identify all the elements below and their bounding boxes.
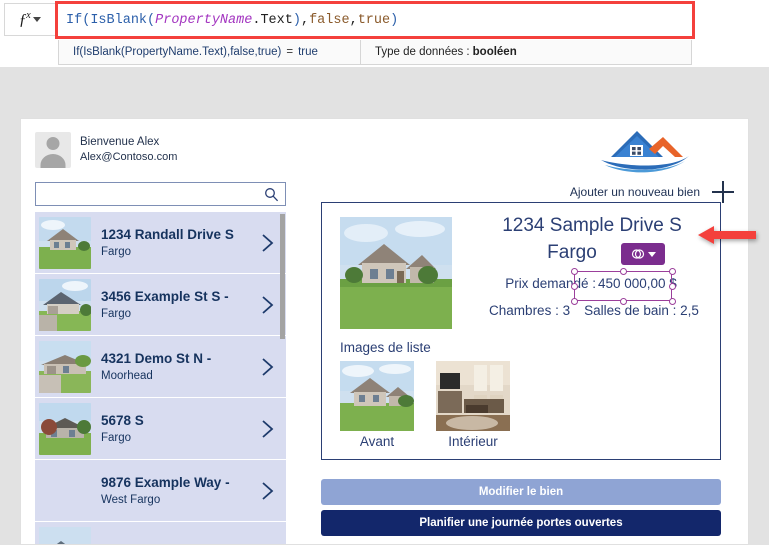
chevron-right-icon[interactable] [257, 357, 277, 377]
gallery-list-item[interactable]: 5678 S Fargo [35, 398, 286, 460]
detail-price-label: Prix demandé : [505, 276, 596, 291]
listing-image-item[interactable]: Avant [340, 361, 414, 452]
gallery-item-title: 1234 Randall Drive S [101, 226, 234, 242]
formula-token: , [349, 12, 358, 28]
add-property-label: Ajouter un nouveau bien [569, 185, 700, 199]
formula-text: If(IsBlank(PropertyName.Text),false,true… [66, 13, 398, 28]
formula-token: , [300, 12, 310, 28]
formula-token: ) [292, 12, 301, 28]
gallery-item-text: 5678 S Fargo [91, 412, 257, 446]
search-input[interactable] [42, 187, 264, 201]
property-thumbnail-image [39, 402, 91, 455]
property-thumbnail-image [39, 278, 91, 331]
property-hero-image [340, 217, 452, 329]
formula-datatype-block: Type de données : booléen [361, 46, 517, 58]
search-box[interactable] [35, 182, 286, 206]
gallery-item-title: 4321 Demo St N - [101, 350, 212, 366]
formula-token: IsBlank( [90, 12, 156, 28]
detail-price-row: Prix demandé : 450 000,00 $ [470, 276, 714, 291]
property-thumbnail-image [39, 526, 91, 544]
chevron-right-icon[interactable] [257, 233, 277, 253]
app-canvas: Bienvenue Alex Alex@Contoso.com Ajouter … [20, 118, 749, 545]
person-avatar-icon [35, 132, 71, 168]
user-email: Alex@Contoso.com [80, 151, 178, 163]
detail-bedrooms: Chambres : 3 [489, 303, 571, 318]
gallery-list-item[interactable]: 4321 Demo St N - Moorhead [35, 336, 286, 398]
chevron-down-icon [647, 251, 656, 257]
result-expression: If(IsBlank(PropertyName.Text),false,true… [73, 46, 282, 58]
user-text-block: Bienvenue Alex Alex@Contoso.com [80, 135, 177, 165]
formula-bar-region: ƒx If(IsBlank(PropertyName.Text),false,t… [0, 0, 769, 67]
schedule-open-house-button[interactable]: Planifier une journée portes ouvertes [321, 510, 721, 536]
result-value: true [298, 46, 318, 58]
formula-token: true [357, 12, 391, 28]
listing-image-thumbnail [340, 361, 414, 431]
gallery-item-text: 1234 Randall Drive S Fargo [91, 226, 257, 260]
plus-icon[interactable] [712, 181, 734, 203]
gallery-item-title: 9876 Example Way - [101, 474, 230, 490]
user-header: Bienvenue Alex Alex@Contoso.com [35, 132, 177, 168]
formula-result-expression-block: If(IsBlank(PropertyName.Text),false,true… [59, 40, 361, 64]
datatype-label: Type de données : [375, 46, 470, 58]
gallery-item-title: 5678 S [101, 412, 144, 428]
listing-image-thumbnail [436, 361, 510, 431]
property-thumbnail-image [39, 340, 91, 393]
gallery-list-item[interactable]: 9876 Example Way - West Fargo [35, 460, 286, 522]
property-detail-card: 1234 Sample Drive S Fargo Prix demandé :… [321, 202, 721, 460]
listing-image-caption: Intérieur [448, 434, 498, 449]
selection-handle-top-center[interactable] [620, 268, 627, 275]
gallery-item-text: 9876 Example Way - West Fargo [91, 474, 257, 508]
gallery-list-item[interactable]: 1234 Randall Drive S Fargo [35, 212, 286, 274]
result-equals-sign: = [286, 46, 294, 58]
fx-icon: ƒx [18, 9, 31, 29]
edit-property-button[interactable]: Modifier le bien [321, 479, 721, 505]
welcome-greeting: Bienvenue Alex [80, 136, 160, 148]
property-thumbnail-image [39, 216, 91, 269]
formula-token: PropertyName [155, 12, 253, 28]
listing-images-row: Avant Intérieur [340, 361, 510, 452]
listing-image-caption: Avant [359, 434, 395, 449]
gallery-item-city: Fargo [101, 245, 132, 258]
component-properties-icon [631, 249, 644, 259]
detail-bathrooms: Salles de bain : 2,5 [584, 303, 699, 318]
formula-token: If( [66, 12, 91, 28]
datatype-value: booléen [472, 46, 517, 58]
detail-price-value[interactable]: 450 000,00 $ [596, 276, 679, 291]
gallery-list-item[interactable] [35, 522, 286, 544]
chevron-right-icon[interactable] [257, 543, 277, 544]
component-properties-badge[interactable] [621, 243, 665, 265]
formula-token: .Text [252, 12, 293, 28]
gallery-item-title: 3456 Example St S - [101, 288, 229, 304]
gallery-item-text: 3456 Example St S - Fargo [91, 288, 257, 322]
formula-token: false [309, 12, 350, 28]
formula-input[interactable]: If(IsBlank(PropertyName.Text),false,true… [58, 4, 692, 36]
listing-images-label: Images de liste [340, 340, 431, 355]
gallery-scrollbar-thumb[interactable] [280, 214, 285, 339]
gallery-item-city: Moorhead [101, 369, 153, 382]
listing-image-item[interactable]: Intérieur [436, 361, 510, 452]
gallery-item-text: 4321 Demo St N - Moorhead [91, 350, 257, 384]
selection-handle-top-right[interactable] [669, 268, 676, 275]
selection-handle-top-left[interactable] [571, 268, 578, 275]
formula-result-strip: If(IsBlank(PropertyName.Text),false,true… [58, 40, 692, 65]
property-thumbnail-image [39, 465, 91, 517]
gallery-list-item[interactable]: 3456 Example St S - Fargo [35, 274, 286, 336]
detail-stats-row: Chambres : 3 Salles de bain : 2,5 [472, 303, 716, 318]
chevron-right-icon[interactable] [257, 419, 277, 439]
chevron-right-icon[interactable] [257, 481, 277, 501]
gallery-item-city: West Fargo [101, 493, 161, 506]
property-gallery-list[interactable]: 1234 Randall Drive S Fargo 3456 Example St… [35, 212, 286, 544]
gallery-item-city: Fargo [101, 307, 132, 320]
fx-function-button[interactable]: ƒx [4, 3, 56, 36]
detail-title: 1234 Sample Drive S [502, 215, 682, 236]
formula-token: ) [390, 12, 399, 28]
chevron-right-icon[interactable] [257, 295, 277, 315]
add-property-button[interactable]: Ajouter un nouveau bien [570, 181, 734, 203]
gallery-scrollbar[interactable] [280, 214, 285, 544]
chevron-down-icon [33, 17, 42, 22]
gallery-item-city: Fargo [101, 431, 132, 444]
house-roof-logo-icon [597, 127, 693, 179]
search-icon[interactable] [264, 187, 279, 202]
